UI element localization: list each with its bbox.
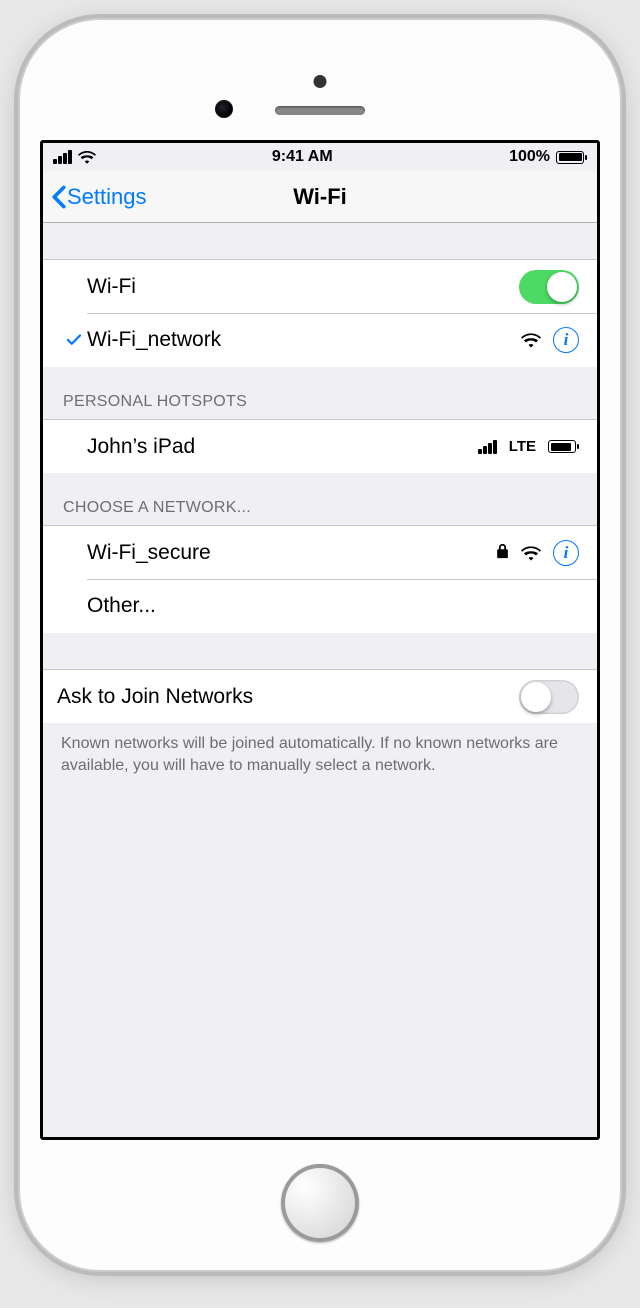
connected-network-name: Wi-Fi_network bbox=[87, 328, 521, 352]
status-time: 9:41 AM bbox=[272, 148, 333, 166]
battery-percentage: 100% bbox=[509, 148, 550, 166]
lock-icon bbox=[496, 541, 509, 565]
wifi-signal-icon bbox=[521, 545, 541, 561]
other-network-label: Other... bbox=[87, 594, 579, 618]
navigation-bar: Settings Wi-Fi bbox=[43, 171, 597, 223]
hotspot-status: LTE bbox=[478, 438, 579, 455]
home-button[interactable] bbox=[281, 1164, 359, 1242]
back-button[interactable]: Settings bbox=[51, 184, 147, 210]
ask-to-join-label: Ask to Join Networks bbox=[57, 685, 519, 709]
phone-device-frame: 9:41 AM 100% Settings Wi-Fi Wi-Fi bbox=[20, 20, 620, 1270]
back-label: Settings bbox=[67, 184, 147, 210]
connected-network-row[interactable]: Wi-Fi_network i bbox=[43, 313, 597, 367]
hotspot-row[interactable]: John’s iPad LTE bbox=[43, 419, 597, 473]
hotspots-section-header: PERSONAL HOTSPOTS bbox=[43, 367, 597, 419]
ask-to-join-row: Ask to Join Networks bbox=[43, 669, 597, 723]
cellular-bars-icon bbox=[478, 440, 497, 454]
wifi-signal-icon bbox=[521, 332, 541, 348]
wifi-toggle-label: Wi-Fi bbox=[87, 275, 519, 299]
cellular-signal-icon bbox=[53, 150, 72, 164]
checkmark-icon bbox=[65, 331, 83, 349]
status-bar: 9:41 AM 100% bbox=[43, 143, 597, 171]
speaker-grill bbox=[275, 106, 365, 115]
battery-icon bbox=[556, 151, 587, 164]
other-network-row[interactable]: Other... bbox=[43, 579, 597, 633]
sensor-dot bbox=[314, 75, 327, 88]
front-camera bbox=[215, 100, 233, 118]
info-icon[interactable]: i bbox=[553, 540, 579, 566]
wifi-status-icon bbox=[78, 150, 96, 164]
chevron-left-icon bbox=[51, 185, 67, 209]
hotspot-name: John’s iPad bbox=[87, 435, 478, 459]
network-name: Wi-Fi_secure bbox=[87, 541, 496, 565]
info-icon[interactable]: i bbox=[553, 327, 579, 353]
ask-to-join-toggle[interactable] bbox=[519, 680, 579, 714]
hotspot-carrier: LTE bbox=[509, 438, 536, 455]
choose-network-section-header: CHOOSE A NETWORK... bbox=[43, 473, 597, 525]
content: Wi-Fi Wi-Fi_network i PERSONAL HOTSPOTS bbox=[43, 223, 597, 1137]
hotspot-battery-icon bbox=[548, 440, 579, 453]
screen: 9:41 AM 100% Settings Wi-Fi Wi-Fi bbox=[40, 140, 600, 1140]
network-row[interactable]: Wi-Fi_secure i bbox=[43, 525, 597, 579]
ask-to-join-footer: Known networks will be joined automatica… bbox=[43, 723, 597, 784]
wifi-toggle-row: Wi-Fi bbox=[43, 259, 597, 313]
wifi-toggle[interactable] bbox=[519, 270, 579, 304]
